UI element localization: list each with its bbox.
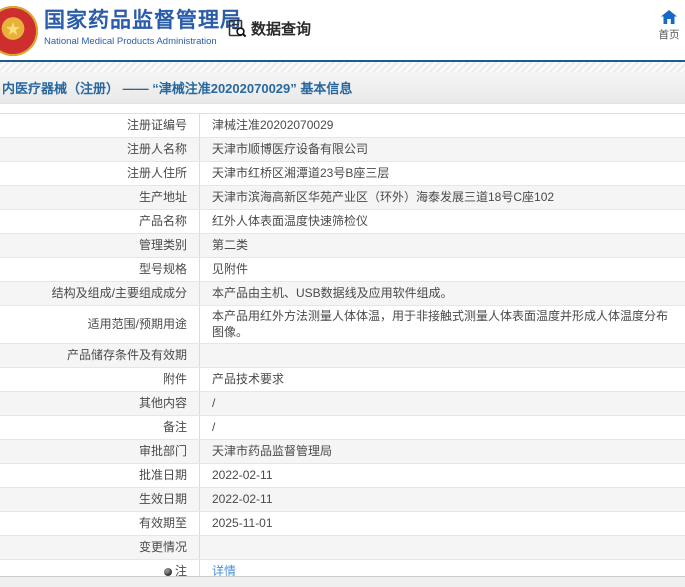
decorative-hatch-band bbox=[0, 62, 685, 72]
table-row: 变更情况 bbox=[0, 536, 685, 561]
note-bullet-icon bbox=[163, 567, 172, 576]
field-label: 型号规格 bbox=[0, 258, 200, 281]
table-row: 注册人名称 天津市顺博医疗设备有限公司 bbox=[0, 138, 685, 162]
document-search-icon bbox=[228, 19, 247, 38]
field-label-text: 变更情况 bbox=[138, 539, 187, 554]
table-row: 其他内容 / bbox=[0, 392, 685, 417]
home-nav[interactable]: 首页 bbox=[654, 10, 684, 42]
table-row: 结构及组成/主要组成成分 本产品由主机、USB数据线及应用软件组成。 bbox=[0, 282, 685, 306]
field-label-text: 有效期至 bbox=[138, 515, 187, 530]
field-label: 有效期至 bbox=[0, 512, 200, 536]
field-label: 变更情况 bbox=[0, 536, 200, 560]
emblem-star-icon: ★ bbox=[4, 19, 22, 39]
spacer bbox=[0, 104, 685, 113]
field-label-text: 备注 bbox=[162, 419, 187, 434]
field-label-text: 产品储存条件及有效期 bbox=[66, 347, 187, 362]
field-value: 产品技术要求 bbox=[212, 371, 285, 386]
registration-info-table: 注册证编号 津械注准20202070029 注册人名称 天津市顺博医疗设备有限公司 注册… bbox=[0, 113, 685, 585]
site-logo[interactable]: 国家药品监督管理局 National Medical Products Admi… bbox=[44, 8, 242, 47]
field-label: 审批部门 bbox=[0, 440, 200, 464]
table-row: 备注 / bbox=[0, 416, 685, 441]
field-label-text: 生产地址 bbox=[138, 189, 187, 204]
table-row: 生产地址 天津市滨海高新区华苑产业区（环外）海泰发展三道18号C座102 bbox=[0, 186, 685, 210]
field-label-text: 注册人住所 bbox=[126, 165, 187, 180]
home-icon bbox=[654, 10, 684, 24]
field-label: 生效日期 bbox=[0, 488, 200, 512]
field-value: 本产品由主机、USB数据线及应用软件组成。 bbox=[212, 285, 453, 300]
field-value bbox=[200, 536, 685, 559]
field-value: 本产品用红外方法测量人体体温，用于非接触式测量人体表面温度并形成人体温度分布图像… bbox=[212, 309, 669, 339]
field-label: 结构及组成/主要组成成分 bbox=[0, 282, 200, 305]
table-row: 附件 产品技术要求 bbox=[0, 368, 685, 393]
site-title: 国家药品监督管理局 bbox=[44, 9, 242, 32]
field-value: 天津市药品监督管理局 bbox=[212, 443, 333, 458]
footer-band bbox=[0, 576, 685, 587]
national-emblem-icon: ★ bbox=[0, 6, 38, 56]
field-label: 批准日期 bbox=[0, 464, 200, 488]
field-label-text: 审批部门 bbox=[138, 443, 187, 458]
field-label-text: 批准日期 bbox=[138, 467, 187, 482]
field-label: 注册人住所 bbox=[0, 162, 200, 185]
table-row: 批准日期 2022-02-11 bbox=[0, 464, 685, 489]
table-row: 产品名称 红外人体表面温度快速筛检仪 bbox=[0, 210, 685, 234]
field-label: 生产地址 bbox=[0, 186, 200, 209]
field-value: 红外人体表面温度快速筛检仪 bbox=[212, 213, 369, 228]
field-value: 津械注准20202070029 bbox=[212, 117, 334, 132]
field-label: 产品储存条件及有效期 bbox=[0, 344, 200, 368]
field-label-text: 注册人名称 bbox=[126, 141, 187, 156]
table-row: 注册证编号 津械注准20202070029 bbox=[0, 114, 685, 138]
data-query-label: 数据查询 bbox=[251, 21, 312, 38]
field-label-text: 其他内容 bbox=[138, 395, 187, 410]
home-label: 首页 bbox=[658, 29, 680, 41]
table-row: 审批部门 天津市药品监督管理局 bbox=[0, 440, 685, 465]
field-value: 天津市滨海高新区华苑产业区（环外）海泰发展三道18号C座102 bbox=[212, 189, 555, 204]
field-label: 产品名称 bbox=[0, 210, 200, 233]
field-value: 见附件 bbox=[212, 261, 249, 276]
table-row: 产品储存条件及有效期 bbox=[0, 344, 685, 369]
field-value: 天津市顺博医疗设备有限公司 bbox=[212, 141, 369, 156]
field-label: 管理类别 bbox=[0, 234, 200, 257]
field-label-text: 结构及组成/主要组成成分 bbox=[51, 285, 187, 300]
field-label-text: 产品名称 bbox=[138, 213, 187, 228]
field-label: 其他内容 bbox=[0, 392, 200, 416]
field-value: 2025-11-01 bbox=[212, 515, 273, 530]
field-label-text: 附件 bbox=[162, 371, 187, 386]
field-label-text: 注册证编号 bbox=[126, 117, 187, 132]
page-title: 内医疗器械（注册） —— “津械注准20202070029” 基本信息 bbox=[2, 81, 353, 96]
field-label-text: 适用范围/预期用途 bbox=[87, 316, 187, 331]
field-label-text: 生效日期 bbox=[138, 491, 187, 506]
table-row: 注册人住所 天津市红桥区湘潭道23号B座三层 bbox=[0, 162, 685, 186]
field-value: 2022-02-11 bbox=[212, 491, 273, 506]
table-row: 生效日期 2022-02-11 bbox=[0, 488, 685, 513]
page: ★ 国家药品监督管理局 National Medical Products Ad… bbox=[0, 0, 685, 587]
field-label: 注册证编号 bbox=[0, 114, 200, 137]
field-label: 附件 bbox=[0, 368, 200, 392]
breadcrumb: 内医疗器械（注册） —— “津械注准20202070029” 基本信息 bbox=[0, 72, 685, 104]
field-value: / bbox=[212, 419, 216, 434]
table-row: 型号规格 见附件 bbox=[0, 258, 685, 282]
field-value: 天津市红桥区湘潭道23号B座三层 bbox=[212, 165, 390, 180]
field-label-text: 型号规格 bbox=[138, 261, 187, 276]
field-value bbox=[200, 344, 685, 367]
field-label: 备注 bbox=[0, 416, 200, 440]
site-header: ★ 国家药品监督管理局 National Medical Products Ad… bbox=[0, 0, 685, 62]
field-value: 2022-02-11 bbox=[212, 467, 273, 482]
table-row: 适用范围/预期用途 本产品用红外方法测量人体体温，用于非接触式测量人体表面温度并形… bbox=[0, 306, 685, 345]
field-label: 注册人名称 bbox=[0, 138, 200, 161]
site-subtitle: National Medical Products Administration bbox=[44, 36, 217, 48]
field-label-text: 管理类别 bbox=[138, 237, 187, 252]
field-value: 第二类 bbox=[212, 237, 249, 252]
field-label: 适用范围/预期用途 bbox=[0, 306, 200, 344]
field-value: / bbox=[212, 395, 216, 410]
table-row: 有效期至 2025-11-01 bbox=[0, 512, 685, 537]
data-query-nav[interactable]: 数据查询 bbox=[228, 18, 311, 39]
table-row: 管理类别 第二类 bbox=[0, 234, 685, 258]
